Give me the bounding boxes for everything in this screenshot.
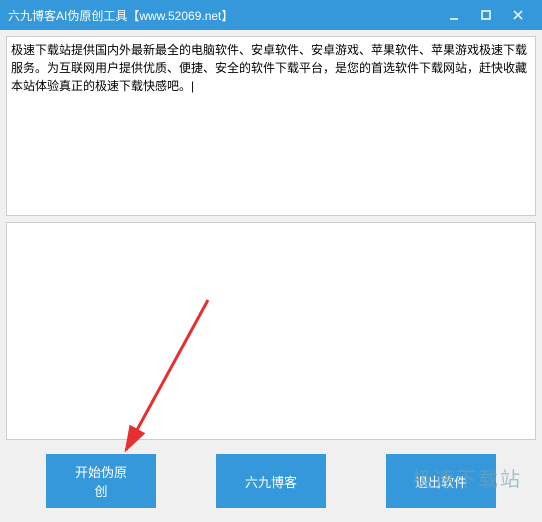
maximize-button[interactable] (470, 0, 502, 30)
window-controls (438, 0, 534, 30)
window-title: 六九博客AI伪原创工具【www.52069.net】 (8, 7, 438, 24)
close-button[interactable] (502, 0, 534, 30)
start-button[interactable]: 开始伪原创 (46, 454, 156, 508)
close-icon (512, 9, 524, 21)
blog-button[interactable]: 六九博客 (216, 454, 326, 508)
titlebar: 六九博客AI伪原创工具【www.52069.net】 (0, 0, 542, 30)
exit-button[interactable]: 退出软件 (386, 454, 496, 508)
output-textarea[interactable] (6, 222, 536, 440)
maximize-icon (480, 9, 492, 21)
content-area: 开始伪原创 六九博客 退出软件 (0, 30, 542, 522)
minimize-icon (448, 9, 460, 21)
button-bar: 开始伪原创 六九博客 退出软件 (6, 446, 536, 516)
minimize-button[interactable] (438, 0, 470, 30)
input-textarea[interactable] (6, 36, 536, 216)
app-window: 六九博客AI伪原创工具【www.52069.net】 (0, 0, 542, 508)
